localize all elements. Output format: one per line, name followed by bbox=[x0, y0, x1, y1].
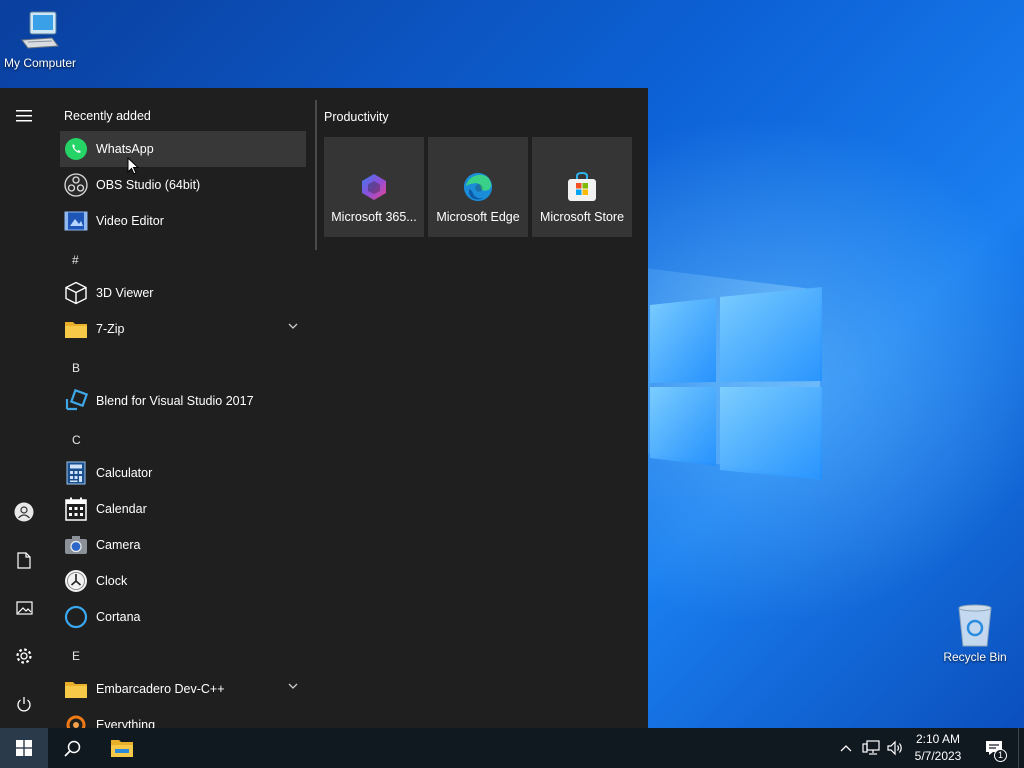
expand-menu-button[interactable] bbox=[0, 94, 48, 138]
tile-label: Microsoft Edge bbox=[436, 210, 520, 224]
volume-button[interactable] bbox=[884, 728, 906, 768]
show-desktop-button[interactable] bbox=[1018, 728, 1024, 768]
app-item-label: Camera bbox=[96, 538, 141, 552]
file-explorer-icon bbox=[111, 740, 133, 757]
recently-added-heading: Recently added bbox=[64, 109, 151, 123]
notification-badge: 1 bbox=[994, 749, 1007, 762]
folder-icon bbox=[64, 317, 88, 341]
tile-label: Microsoft Store bbox=[539, 210, 625, 224]
hamburger-icon bbox=[16, 110, 32, 122]
tile-microsoft-365[interactable]: Microsoft 365... bbox=[324, 137, 424, 237]
computer-icon bbox=[21, 11, 59, 49]
tray-date: 5/7/2023 bbox=[914, 749, 962, 763]
app-item-label: 7-Zip bbox=[96, 322, 125, 336]
volume-icon bbox=[887, 740, 902, 756]
clock-button[interactable]: 2:10 AM 5/7/2023 bbox=[906, 728, 970, 768]
pictures-icon bbox=[15, 601, 33, 615]
folder-icon bbox=[64, 677, 88, 701]
app-item-label: Cortana bbox=[96, 610, 141, 624]
desktop-icon-label: Recycle Bin bbox=[943, 650, 1007, 664]
app-item-label: 3D Viewer bbox=[96, 286, 154, 300]
mouse-cursor bbox=[127, 157, 139, 175]
group-letter[interactable]: B bbox=[72, 361, 80, 375]
app-item-calculator[interactable]: Calculator bbox=[60, 455, 306, 491]
recycle-bin-icon bbox=[958, 604, 992, 647]
tray-time: 2:10 AM bbox=[915, 732, 961, 746]
chevron-down-icon bbox=[288, 323, 298, 329]
app-item-label: Video Editor bbox=[96, 214, 164, 228]
power-icon bbox=[17, 697, 31, 712]
cube-icon bbox=[64, 281, 88, 305]
app-item-label: Calendar bbox=[96, 502, 147, 516]
settings-button[interactable] bbox=[0, 634, 48, 678]
app-item-label: Clock bbox=[96, 574, 128, 588]
app-item-calendar[interactable]: Calendar bbox=[60, 491, 306, 527]
network-button[interactable] bbox=[858, 728, 884, 768]
app-list: Recently added WhatsApp OBS Studio (64bi… bbox=[60, 88, 308, 728]
app-item-obs-studio[interactable]: OBS Studio (64bit) bbox=[60, 167, 306, 203]
clock-icon bbox=[64, 569, 88, 593]
everything-icon bbox=[64, 713, 88, 728]
calculator-icon bbox=[64, 461, 88, 485]
settings-icon bbox=[16, 648, 32, 664]
start-menu: Recently added WhatsApp OBS Studio (64bi… bbox=[0, 88, 648, 728]
app-item-label: OBS Studio (64bit) bbox=[96, 178, 201, 192]
app-item-3d-viewer[interactable]: 3D Viewer bbox=[60, 275, 306, 311]
group-letter[interactable]: E bbox=[72, 649, 80, 663]
group-letter[interactable]: C bbox=[72, 433, 81, 447]
app-item-camera[interactable]: Camera bbox=[60, 527, 306, 563]
desktop-icon-label: My Computer bbox=[3, 56, 77, 70]
app-item-label: WhatsApp bbox=[96, 142, 154, 156]
taskbar: 2:10 AM 5/7/2023 1 bbox=[0, 728, 1024, 768]
m365-icon bbox=[358, 171, 390, 203]
app-item-blend[interactable]: Blend for Visual Studio 2017 bbox=[60, 383, 306, 419]
start-rail bbox=[0, 88, 48, 728]
group-letter[interactable]: # bbox=[72, 253, 79, 267]
start-button[interactable] bbox=[0, 728, 48, 768]
cortana-icon bbox=[64, 605, 88, 629]
obs-icon bbox=[64, 173, 88, 197]
app-item-label: Calculator bbox=[96, 466, 153, 480]
calendar-icon bbox=[64, 497, 88, 521]
power-button[interactable] bbox=[0, 682, 48, 726]
edge-icon bbox=[462, 171, 494, 203]
app-item-clock[interactable]: Clock bbox=[60, 563, 306, 599]
app-item-everything[interactable]: Everything bbox=[60, 707, 306, 728]
user-icon bbox=[14, 502, 34, 522]
app-item-label: Everything bbox=[96, 718, 156, 728]
app-item-cortana[interactable]: Cortana bbox=[60, 599, 306, 635]
camera-icon bbox=[64, 533, 88, 557]
documents-icon bbox=[17, 551, 31, 569]
store-icon bbox=[566, 171, 598, 203]
search-icon bbox=[63, 740, 80, 757]
desktop-icon-recycle-bin[interactable]: Recycle Bin bbox=[935, 602, 1015, 664]
chevron-down-icon bbox=[288, 683, 298, 689]
app-item-label: Embarcadero Dev-C++ bbox=[96, 682, 225, 696]
pictures-button[interactable] bbox=[0, 586, 48, 630]
user-account-button[interactable] bbox=[0, 490, 48, 534]
show-hidden-icons-button[interactable] bbox=[836, 728, 856, 768]
app-item-video-editor[interactable]: Video Editor bbox=[60, 203, 306, 239]
tile-group-title[interactable]: Productivity bbox=[324, 110, 389, 124]
action-center-button[interactable]: 1 bbox=[976, 728, 1012, 768]
windows-start-icon bbox=[16, 740, 32, 756]
chevron-up-icon bbox=[840, 745, 852, 752]
documents-button[interactable] bbox=[0, 538, 48, 582]
app-folder-embarcadero[interactable]: Embarcadero Dev-C++ bbox=[60, 671, 306, 707]
scrollbar[interactable] bbox=[315, 100, 317, 250]
tile-label: Microsoft 365... bbox=[331, 210, 417, 224]
desktop-icon-my-computer[interactable]: My Computer bbox=[0, 8, 80, 70]
tile-microsoft-store[interactable]: Microsoft Store bbox=[532, 137, 632, 237]
app-item-label: Blend for Visual Studio 2017 bbox=[96, 394, 254, 408]
tile-microsoft-edge[interactable]: Microsoft Edge bbox=[428, 137, 528, 237]
network-icon bbox=[862, 740, 880, 755]
app-item-whatsapp[interactable]: WhatsApp bbox=[60, 131, 306, 167]
app-folder-7-zip[interactable]: 7-Zip bbox=[60, 311, 306, 347]
search-button[interactable] bbox=[48, 728, 96, 768]
whatsapp-icon bbox=[64, 137, 88, 161]
file-explorer-button[interactable] bbox=[98, 728, 146, 768]
video-editor-icon bbox=[64, 209, 88, 233]
blend-icon bbox=[64, 389, 88, 413]
